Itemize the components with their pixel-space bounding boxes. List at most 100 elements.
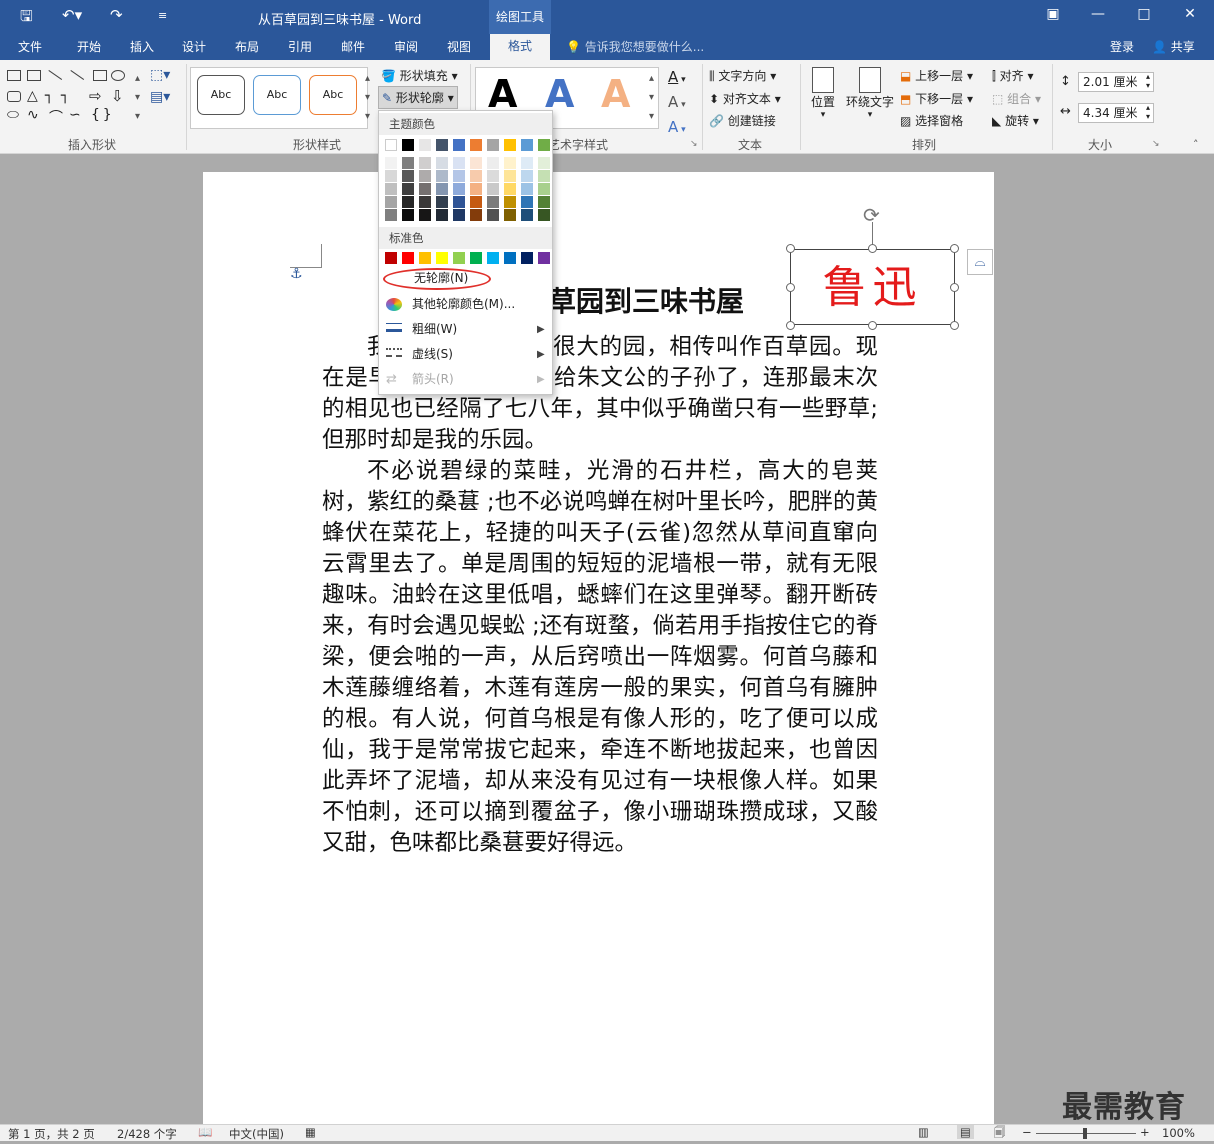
document-heading[interactable]: 草园到三味书屋 bbox=[548, 280, 744, 320]
tab-home[interactable]: 开始 bbox=[77, 38, 101, 55]
anchor-icon[interactable]: ⚓ bbox=[290, 266, 303, 282]
weight-item[interactable]: 粗细(W) ▶ bbox=[379, 317, 552, 342]
arrows-item[interactable]: ⇄ 箭头(R) ▶ bbox=[379, 367, 552, 392]
theme-tint-swatch[interactable] bbox=[385, 157, 397, 169]
rounded-rect-shape-icon[interactable] bbox=[7, 91, 21, 102]
zoom-in-icon[interactable]: + bbox=[1140, 1125, 1150, 1139]
standard-color-swatch[interactable] bbox=[538, 252, 550, 264]
theme-color-swatch[interactable] bbox=[538, 139, 550, 151]
vertical-textbox-shape-icon[interactable] bbox=[27, 70, 41, 81]
arc-shape-icon[interactable]: ⌒ bbox=[49, 107, 63, 127]
theme-tint-swatch[interactable] bbox=[504, 183, 516, 195]
print-layout-icon[interactable]: ▤ bbox=[957, 1125, 974, 1139]
theme-tint-swatch[interactable] bbox=[504, 170, 516, 182]
theme-tint-swatch[interactable] bbox=[504, 157, 516, 169]
standard-color-swatch[interactable] bbox=[487, 252, 499, 264]
customize-icon[interactable]: ≡ bbox=[158, 9, 167, 22]
shape-outline-button[interactable]: ✎ 形状轮廓 ▾ bbox=[378, 86, 458, 109]
theme-tint-swatch[interactable] bbox=[453, 170, 465, 182]
wordart-style-orange[interactable]: A bbox=[601, 72, 630, 116]
height-spinner-icon[interactable]: ▴ ▾ bbox=[1146, 72, 1150, 90]
tab-insert[interactable]: 插入 bbox=[130, 38, 154, 55]
shape-fill-button[interactable]: 🪣 形状填充 ▾ bbox=[381, 67, 458, 84]
login-link[interactable]: 登录 bbox=[1110, 38, 1134, 55]
macro-icon[interactable]: ▦ bbox=[305, 1125, 316, 1139]
theme-tint-swatch[interactable] bbox=[385, 183, 397, 195]
edit-shape-icon[interactable]: ⬚▾ bbox=[150, 67, 170, 83]
theme-tint-swatch[interactable] bbox=[470, 183, 482, 195]
create-link-button[interactable]: 🔗 创建链接 bbox=[709, 112, 776, 129]
minimize-icon[interactable]: — bbox=[1078, 6, 1118, 22]
theme-tint-swatch[interactable] bbox=[385, 196, 397, 208]
wrap-text-button[interactable]: 环绕文字 ▾ bbox=[845, 67, 895, 120]
theme-color-swatch[interactable] bbox=[436, 139, 448, 151]
theme-tint-swatch[interactable] bbox=[436, 196, 448, 208]
shape-style-3[interactable]: Abc bbox=[309, 75, 357, 115]
standard-color-swatch[interactable] bbox=[470, 252, 482, 264]
text-fill-icon[interactable]: A ▾ bbox=[668, 66, 686, 91]
theme-color-swatch[interactable] bbox=[453, 139, 465, 151]
theme-tint-swatch[interactable] bbox=[419, 209, 431, 221]
text-direction-button[interactable]: ⫼ 文字方向 ▾ bbox=[709, 67, 776, 84]
tab-mailings[interactable]: 邮件 bbox=[341, 38, 365, 55]
text-effects-icon[interactable]: A ▾ bbox=[668, 116, 686, 141]
layout-options-icon[interactable]: ⌓ bbox=[967, 249, 993, 275]
theme-tint-swatch[interactable] bbox=[504, 196, 516, 208]
align-button[interactable]: ⫿ 对齐 ▾ bbox=[992, 67, 1034, 84]
resize-handle-bottom-right[interactable] bbox=[950, 321, 959, 330]
zoom-slider-thumb[interactable] bbox=[1083, 1128, 1087, 1139]
zoom-level[interactable]: 100% bbox=[1162, 1126, 1195, 1140]
group-button[interactable]: ⬚ 组合 ▾ bbox=[992, 90, 1041, 107]
theme-tint-swatch[interactable] bbox=[470, 170, 482, 182]
theme-tint-swatch[interactable] bbox=[538, 209, 550, 221]
theme-tint-swatch[interactable] bbox=[453, 183, 465, 195]
tell-me-input[interactable]: 💡 告诉我您想要做什么... bbox=[566, 38, 704, 55]
theme-tint-swatch[interactable] bbox=[470, 157, 482, 169]
standard-color-swatch[interactable] bbox=[504, 252, 516, 264]
theme-tint-swatch[interactable] bbox=[419, 157, 431, 169]
theme-tint-swatch[interactable] bbox=[470, 196, 482, 208]
size-launcher-icon[interactable]: ↘ bbox=[1152, 139, 1160, 149]
shape-style-1[interactable]: Abc bbox=[197, 75, 245, 115]
collapse-ribbon-icon[interactable]: ˄ bbox=[1193, 138, 1199, 151]
theme-tint-swatch[interactable] bbox=[521, 196, 533, 208]
paragraph-2[interactable]: 不必说碧绿的菜畦，光滑的石井栏，高大的皂荚树，紫红的桑葚 ;也不必说鸣蝉在树叶里… bbox=[322, 456, 878, 859]
theme-tint-swatch[interactable] bbox=[521, 209, 533, 221]
text-outline-icon[interactable]: A ▾ bbox=[668, 91, 686, 116]
tab-view[interactable]: 视图 bbox=[447, 38, 471, 55]
theme-tint-swatch[interactable] bbox=[521, 170, 533, 182]
theme-tint-swatch[interactable] bbox=[385, 209, 397, 221]
ribbon-display-icon[interactable]: ▣ bbox=[1033, 6, 1073, 22]
theme-color-swatch[interactable] bbox=[504, 139, 516, 151]
position-button[interactable]: 位置 ▾ bbox=[808, 67, 838, 120]
elbow-arrow-icon[interactable]: ┐ bbox=[61, 88, 69, 104]
rectangle-shape-icon[interactable] bbox=[93, 70, 107, 81]
resize-handle-right[interactable] bbox=[950, 283, 959, 292]
close-icon[interactable]: ✕ bbox=[1170, 6, 1210, 22]
theme-color-swatch[interactable] bbox=[402, 139, 414, 151]
resize-handle-top-right[interactable] bbox=[950, 244, 959, 253]
width-spinner-icon[interactable]: ▴ ▾ bbox=[1146, 103, 1150, 121]
right-arrow-shape-icon[interactable]: ⇨ bbox=[89, 87, 102, 105]
textbox-shape-icon[interactable] bbox=[7, 70, 21, 81]
standard-color-swatch[interactable] bbox=[419, 252, 431, 264]
theme-tint-swatch[interactable] bbox=[419, 170, 431, 182]
theme-tint-swatch[interactable] bbox=[538, 157, 550, 169]
brace-shape-icon[interactable]: { } bbox=[91, 107, 112, 123]
tab-review[interactable]: 审阅 bbox=[394, 38, 418, 55]
theme-tint-swatch[interactable] bbox=[487, 183, 499, 195]
theme-tint-swatch[interactable] bbox=[521, 183, 533, 195]
theme-tint-swatch[interactable] bbox=[402, 157, 414, 169]
standard-color-swatch[interactable] bbox=[453, 252, 465, 264]
theme-tint-swatch[interactable] bbox=[538, 183, 550, 195]
theme-tint-swatch[interactable] bbox=[504, 209, 516, 221]
elbow-connector-icon[interactable]: ┐ bbox=[45, 88, 53, 104]
redo-icon[interactable]: ↷ bbox=[110, 6, 123, 24]
down-arrow-shape-icon[interactable]: ⇩ bbox=[111, 87, 124, 105]
shape-style-2[interactable]: Abc bbox=[253, 75, 301, 115]
standard-color-swatch[interactable] bbox=[521, 252, 533, 264]
theme-tint-swatch[interactable] bbox=[436, 170, 448, 182]
language[interactable]: 中文(中国) bbox=[229, 1126, 284, 1142]
resize-handle-bottom-left[interactable] bbox=[786, 321, 795, 330]
line-shape-icon[interactable] bbox=[42, 70, 63, 90]
